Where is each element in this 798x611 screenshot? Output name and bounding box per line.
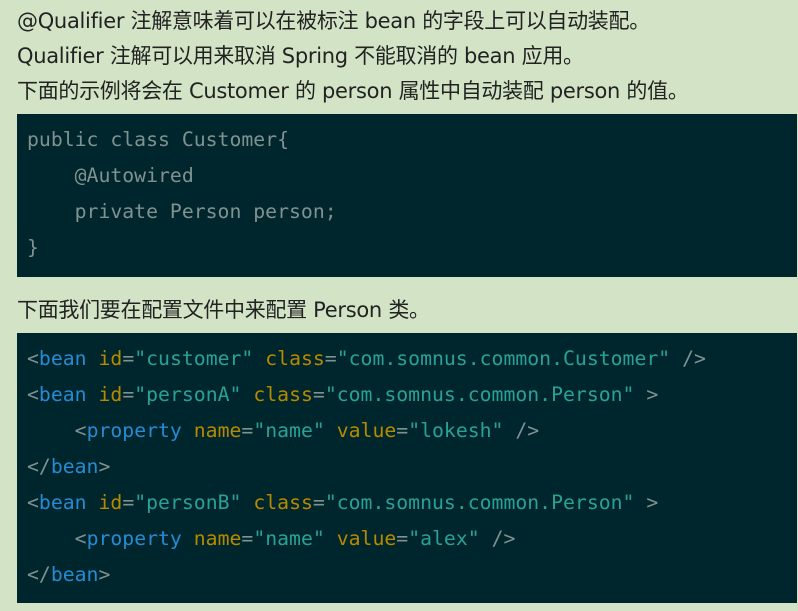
code-token-tag: property bbox=[86, 419, 182, 442]
code-token-str: "name" bbox=[253, 527, 325, 550]
code-token-punc: = bbox=[312, 383, 325, 406]
code-line: <property name="name" value="lokesh" /> bbox=[27, 413, 787, 449]
code-token-str: "alex" bbox=[408, 527, 480, 550]
code-token-plain: private Person person; bbox=[27, 200, 337, 223]
code-token-punc: > bbox=[98, 563, 111, 586]
code-token-punc: > bbox=[634, 383, 659, 406]
code-token-tag: bean bbox=[38, 383, 87, 406]
code-line: </bean> bbox=[27, 449, 787, 485]
code-token-str: "personA" bbox=[134, 383, 242, 406]
code-token-str: "personB" bbox=[134, 491, 242, 514]
code-token-attr: name bbox=[193, 527, 242, 550]
code-token-punc: < bbox=[27, 491, 39, 514]
intro-line-2: Qualifier 注解可以用来取消 Spring 不能取消的 bean 应用。 bbox=[17, 44, 584, 68]
code-line: <bean id="personB" class="com.somnus.com… bbox=[27, 485, 787, 521]
code-line: private Person person; bbox=[27, 194, 787, 230]
code-token-punc: > bbox=[634, 491, 659, 514]
code-line: <bean id="personA" class="com.somnus.com… bbox=[27, 377, 787, 413]
code-token-punc: = bbox=[396, 527, 409, 550]
code-token-str: "com.somnus.common.Customer" bbox=[336, 347, 671, 370]
code-line: <bean id="customer" class="com.somnus.co… bbox=[27, 341, 787, 377]
code-token-attr: class bbox=[253, 491, 313, 514]
code-token-attr: value bbox=[336, 527, 397, 550]
code-token-str: "customer" bbox=[134, 347, 254, 370]
code-block-java: public class Customer{ @Autowired privat… bbox=[17, 114, 797, 277]
code-token-punc: = bbox=[122, 383, 135, 406]
code-token-punc: /> bbox=[670, 347, 706, 370]
code-line: public class Customer{ bbox=[27, 122, 787, 158]
code-token-punc: /> bbox=[503, 419, 540, 442]
code-token-plain: public class Customer{ bbox=[27, 128, 290, 151]
code-token-plain: } bbox=[27, 236, 39, 259]
code-token-tag: bean bbox=[38, 491, 87, 514]
code-line: } bbox=[27, 230, 787, 266]
code-token-attr: class bbox=[265, 347, 325, 370]
code-token-str: "com.somnus.common.Person" bbox=[324, 383, 635, 406]
code-token-str: "lokesh" bbox=[408, 419, 504, 442]
code-token-tag: bean bbox=[38, 347, 87, 370]
code-token-punc: = bbox=[396, 419, 409, 442]
code-line: @Autowired bbox=[27, 158, 787, 194]
code-token-punc: < bbox=[74, 527, 87, 550]
code-token-punc: = bbox=[122, 491, 135, 514]
code-token-punc: > bbox=[98, 455, 111, 478]
code-token-punc: < bbox=[27, 347, 39, 370]
code-line: </bean> bbox=[27, 557, 787, 593]
config-intro-text: 下面我们要在配置文件中来配置 Person 类。 bbox=[17, 298, 430, 322]
intro-line-1: @Qualifier 注解意味着可以在被标注 bean 的字段上可以自动装配。 bbox=[17, 9, 650, 33]
code-token-punc: </ bbox=[27, 455, 51, 478]
code-token-plain: @Autowired bbox=[27, 164, 194, 187]
code-token-attr: id bbox=[98, 491, 123, 514]
intro-line-3: 下面的示例将会在 Customer 的 person 属性中自动装配 perso… bbox=[17, 79, 689, 103]
code-token-punc: </ bbox=[27, 563, 51, 586]
code-token-str: "com.somnus.common.Person" bbox=[324, 491, 635, 514]
code-block-xml: <bean id="customer" class="com.somnus.co… bbox=[17, 333, 797, 603]
code-token-punc: = bbox=[241, 527, 254, 550]
code-token-punc: < bbox=[74, 419, 87, 442]
code-token-punc: /> bbox=[479, 527, 516, 550]
code-token-tag: bean bbox=[50, 563, 99, 586]
code-token-attr: id bbox=[98, 383, 123, 406]
code-token-attr: value bbox=[336, 419, 397, 442]
code-token-tag: bean bbox=[50, 455, 99, 478]
code-token-punc: < bbox=[27, 383, 39, 406]
code-token-tag: property bbox=[86, 527, 182, 550]
code-token-punc: = bbox=[122, 347, 135, 370]
code-token-punc: = bbox=[324, 347, 337, 370]
code-token-attr: id bbox=[98, 347, 123, 370]
code-token-attr: name bbox=[193, 419, 242, 442]
code-token-punc: = bbox=[312, 491, 325, 514]
code-token-attr: class bbox=[253, 383, 313, 406]
code-token-punc: = bbox=[241, 419, 254, 442]
code-token-str: "name" bbox=[253, 419, 325, 442]
code-line: <property name="name" value="alex" /> bbox=[27, 521, 787, 557]
